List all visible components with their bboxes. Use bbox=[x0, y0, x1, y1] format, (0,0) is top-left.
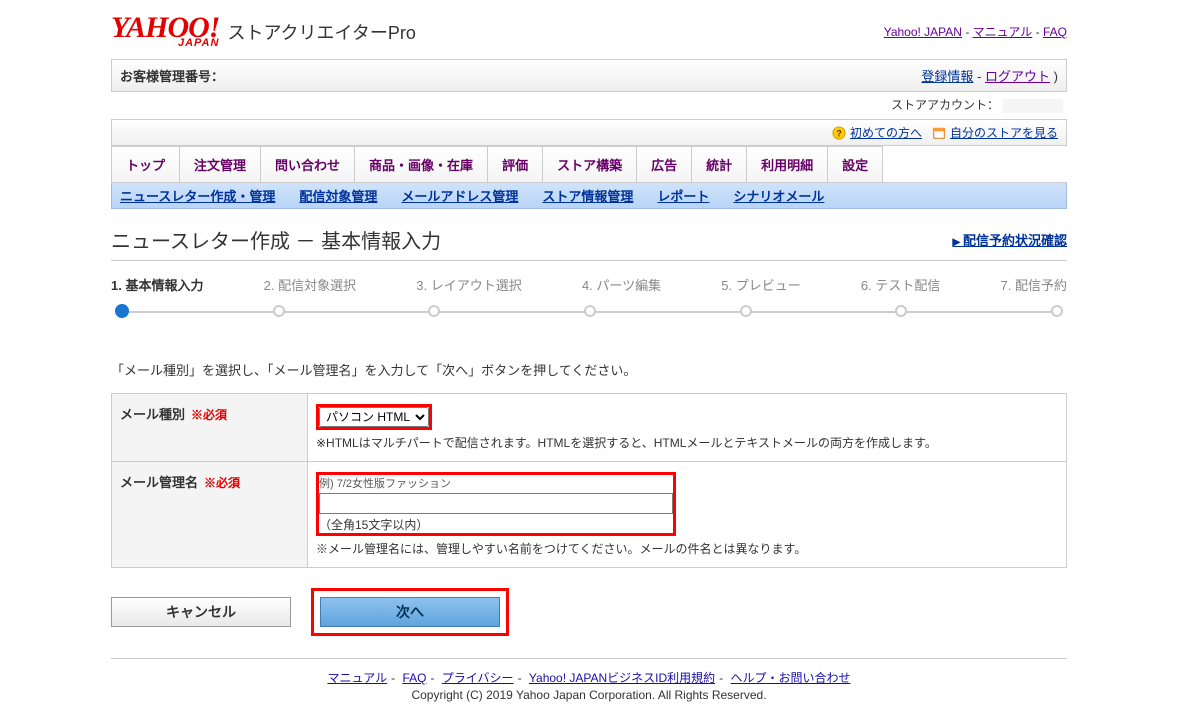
main-tabs: トップ 注文管理 問い合わせ 商品・画像・在庫 評価 ストア構築 広告 統計 利… bbox=[111, 146, 1067, 183]
step-dot-1 bbox=[115, 304, 129, 318]
customer-number-label: お客様管理番号： bbox=[120, 66, 224, 85]
tab-reviews[interactable]: 評価 bbox=[487, 146, 543, 182]
step-dot-2 bbox=[273, 305, 285, 317]
select-mail-type[interactable]: パソコン HTML bbox=[319, 407, 429, 427]
step-dot-7 bbox=[1051, 305, 1063, 317]
step-7: 7. 配信予約 bbox=[1000, 275, 1066, 294]
tab-inquiry[interactable]: 問い合わせ bbox=[260, 146, 355, 182]
subnav-targets[interactable]: 配信対象管理 bbox=[299, 186, 377, 205]
hint-mgmt-name: ※メール管理名には、管理しやすい名前をつけてください。メールの件名とは異なります… bbox=[316, 540, 1058, 557]
footer-manual[interactable]: マニュアル bbox=[327, 671, 387, 685]
limit-text: （全角15文字以内） bbox=[319, 516, 673, 533]
tab-settings[interactable]: 設定 bbox=[827, 146, 883, 182]
footer-faq[interactable]: FAQ bbox=[402, 671, 426, 685]
link-view-store[interactable]: 自分のストアを見る bbox=[950, 124, 1058, 141]
help-icon: ? bbox=[832, 126, 846, 140]
tab-ads[interactable]: 広告 bbox=[636, 146, 692, 182]
subnav-report[interactable]: レポート bbox=[657, 186, 709, 205]
link-manual[interactable]: マニュアル bbox=[973, 25, 1033, 39]
store-icon bbox=[932, 126, 946, 140]
link-faq[interactable]: FAQ bbox=[1043, 25, 1067, 39]
subnav-scenario[interactable]: シナリオメール bbox=[733, 186, 824, 205]
tab-orders[interactable]: 注文管理 bbox=[179, 146, 261, 182]
tab-top[interactable]: トップ bbox=[111, 146, 180, 182]
hint-mail-type: ※HTMLはマルチパートで配信されます。HTMLを選択すると、HTMLメールとテ… bbox=[316, 434, 1058, 451]
link-yahoo-japan[interactable]: Yahoo! JAPAN bbox=[884, 25, 962, 39]
footer-privacy[interactable]: プライバシー bbox=[442, 671, 514, 685]
step-dot-4 bbox=[584, 305, 596, 317]
tab-store-build[interactable]: ストア構築 bbox=[542, 146, 637, 182]
product-name: ストアクリエイターPro bbox=[227, 19, 415, 45]
cancel-button[interactable]: キャンセル bbox=[111, 597, 291, 627]
subnav-newsletter[interactable]: ニュースレター作成・管理 bbox=[120, 186, 275, 205]
subnav-mail-addr[interactable]: メールアドレス管理 bbox=[401, 186, 518, 205]
next-button[interactable]: 次へ bbox=[320, 597, 500, 627]
step-dot-5 bbox=[740, 305, 752, 317]
tab-usage[interactable]: 利用明細 bbox=[746, 146, 828, 182]
step-4: 4. パーツ編集 bbox=[582, 275, 661, 294]
logo[interactable]: YAHOO! JAPAN bbox=[111, 14, 219, 49]
store-account-row: ストアアカウント： bbox=[111, 94, 1067, 119]
store-account-label: ストアアカウント： bbox=[891, 98, 999, 112]
customer-bar: お客様管理番号： 登録情報 - ログアウト ) bbox=[111, 59, 1067, 92]
step-dot-6 bbox=[895, 305, 907, 317]
step-2: 2. 配信対象選択 bbox=[264, 275, 356, 294]
footer-terms[interactable]: Yahoo! JAPANビジネスID利用規約 bbox=[529, 671, 715, 685]
subnav-store-info[interactable]: ストア情報管理 bbox=[542, 186, 633, 205]
sub-nav: ニュースレター作成・管理 配信対象管理 メールアドレス管理 ストア情報管理 レポ… bbox=[111, 183, 1067, 209]
example-text: 例) 7/2女性版ファッション bbox=[319, 475, 673, 491]
highlight-mgmt-name: 例) 7/2女性版ファッション （全角15文字以内） bbox=[316, 472, 676, 536]
step-5: 5. プレビュー bbox=[721, 275, 800, 294]
page-title-row: ニュースレター作成 － 基本情報入力 配信予約状況確認 bbox=[111, 209, 1067, 261]
page-title: ニュースレター作成 － 基本情報入力 bbox=[111, 225, 441, 254]
instruction-text: 「メール種別」を選択し、「メール管理名」を入力して「次へ」ボタンを押してください… bbox=[111, 360, 1067, 379]
step-dot-3 bbox=[428, 305, 440, 317]
link-first-time[interactable]: 初めての方へ bbox=[850, 124, 922, 141]
step-3: 3. レイアウト選択 bbox=[416, 275, 521, 294]
link-registration[interactable]: 登録情報 bbox=[921, 69, 973, 84]
form-table: メール種別※必須 パソコン HTML ※HTMLはマルチパートで配信されます。H… bbox=[111, 393, 1067, 568]
tab-stats[interactable]: 統計 bbox=[691, 146, 747, 182]
link-logout[interactable]: ログアウト bbox=[985, 69, 1050, 84]
button-row: キャンセル 次へ bbox=[111, 588, 1067, 636]
label-mail-type: メール種別※必須 bbox=[112, 394, 308, 462]
copyright: Copyright (C) 2019 Yahoo Japan Corporati… bbox=[111, 688, 1067, 702]
input-mgmt-name[interactable] bbox=[319, 493, 673, 514]
store-account-value bbox=[1003, 99, 1063, 113]
footer-separator bbox=[111, 658, 1067, 659]
wizard-steps: 1. 基本情報入力 2. 配信対象選択 3. レイアウト選択 4. パーツ編集 … bbox=[111, 267, 1067, 336]
step-6: 6. テスト配信 bbox=[861, 275, 940, 294]
svg-text:?: ? bbox=[836, 128, 841, 138]
link-delivery-status[interactable]: 配信予約状況確認 bbox=[953, 230, 1067, 249]
tab-products[interactable]: 商品・画像・在庫 bbox=[354, 146, 488, 182]
footer-help[interactable]: ヘルプ・お問い合わせ bbox=[731, 671, 851, 685]
footer: マニュアル- FAQ- プライバシー- Yahoo! JAPANビジネスID利用… bbox=[111, 669, 1067, 702]
step-1: 1. 基本情報入力 bbox=[111, 275, 203, 294]
toolbar: ? 初めての方へ 自分のストアを見る bbox=[111, 119, 1067, 146]
top-links: Yahoo! JAPAN - マニュアル - FAQ bbox=[884, 23, 1067, 40]
label-mgmt-name: メール管理名※必須 bbox=[112, 462, 308, 568]
header: YAHOO! JAPAN ストアクリエイターPro Yahoo! JAPAN -… bbox=[111, 10, 1067, 59]
highlight-mail-type: パソコン HTML bbox=[316, 404, 432, 430]
highlight-next: 次へ bbox=[311, 588, 509, 636]
